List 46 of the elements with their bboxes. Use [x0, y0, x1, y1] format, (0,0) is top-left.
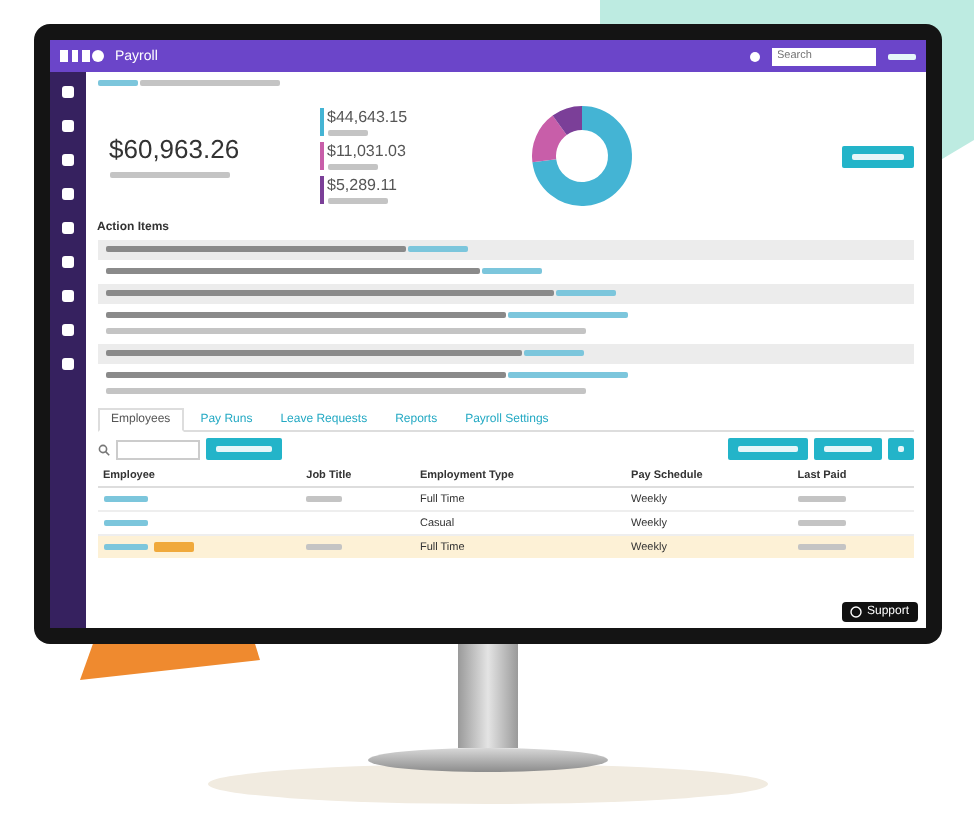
- illegible-text: [103, 519, 147, 526]
- illegible-text: [109, 172, 229, 178]
- nav-icon[interactable]: [59, 186, 75, 202]
- nav-icon[interactable]: [59, 254, 75, 270]
- illegible-text: [508, 311, 629, 318]
- search-icon: [97, 443, 109, 455]
- illegible-text: [851, 153, 903, 159]
- illegible-text: [306, 495, 343, 502]
- nav-icon[interactable]: [59, 356, 75, 372]
- nav-icon[interactable]: [59, 322, 75, 338]
- logo-icon: [59, 48, 103, 64]
- amount-value: $11,031.03: [327, 142, 406, 160]
- nav-icon[interactable]: [59, 118, 75, 134]
- nav-icon[interactable]: [59, 84, 75, 100]
- clock-icon: [850, 606, 863, 618]
- illegible-text: [887, 53, 915, 59]
- amount-value: $5,289.11: [327, 176, 397, 194]
- illegible-text: [823, 446, 871, 452]
- illegible-text: [306, 543, 343, 550]
- illegible-text: [327, 198, 387, 204]
- illegible-text: [327, 130, 367, 136]
- illegible-text: [408, 245, 469, 252]
- illegible-text: [327, 164, 377, 170]
- illegible-text: [215, 446, 271, 452]
- illegible-text: [103, 543, 147, 550]
- amount-value: $44,643.15: [327, 108, 408, 126]
- bell-icon[interactable]: [749, 51, 759, 61]
- illegible-text: [897, 446, 903, 452]
- illegible-text: [797, 495, 846, 502]
- illegible-text: [508, 371, 629, 378]
- illegible-text: [797, 543, 846, 550]
- illegible-text: [737, 446, 797, 452]
- donut-drawing: [529, 104, 633, 208]
- illegible-text: [97, 79, 137, 86]
- nav-icon[interactable]: [59, 288, 75, 304]
- illegible-text: [482, 267, 543, 274]
- nav-icon[interactable]: [59, 220, 75, 236]
- illegible-text: [140, 79, 281, 86]
- illegible-text: [103, 495, 147, 502]
- illegible-text: [524, 349, 585, 356]
- nav-icon[interactable]: [59, 152, 75, 168]
- illegible-text: [797, 519, 846, 526]
- total-amount: $60,963.26: [109, 134, 242, 164]
- illegible-text: [556, 289, 617, 296]
- filter-field[interactable]: [115, 439, 199, 459]
- monitor-stand: [457, 644, 517, 748]
